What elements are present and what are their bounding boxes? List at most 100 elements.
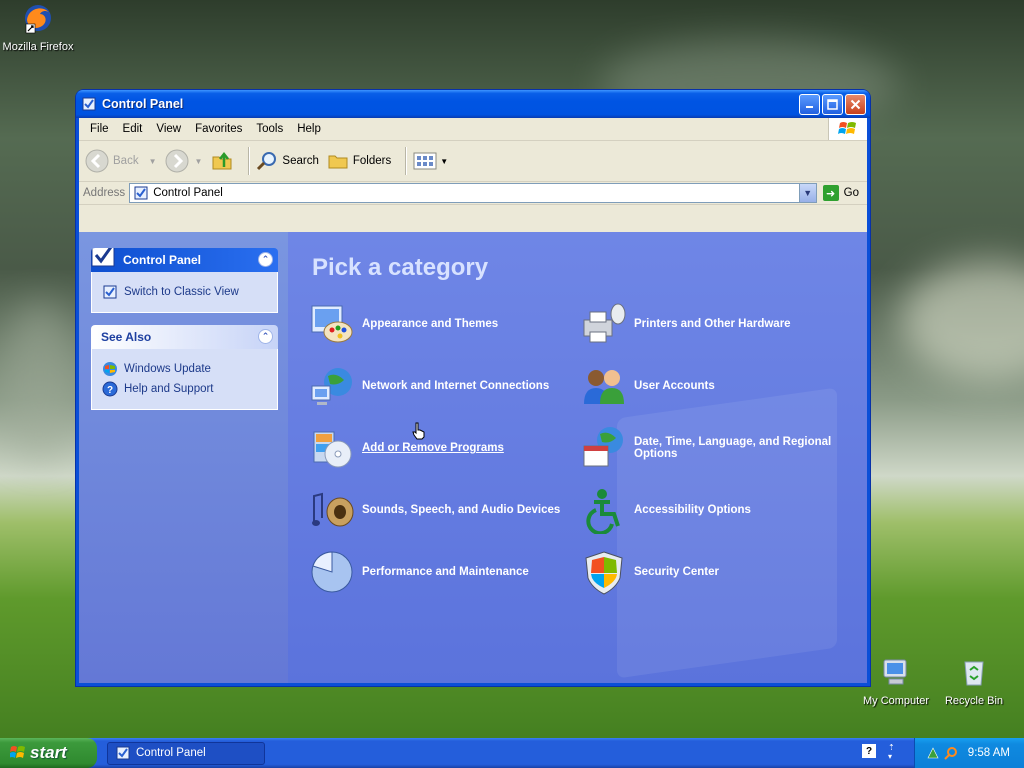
category-network-internet[interactable]: Network and Internet Connections [308,362,578,410]
address-value: Control Panel [153,187,223,199]
my-computer-icon [883,659,907,685]
clock: 9:58 AM [967,747,1010,759]
up-folder-button[interactable] [210,149,234,173]
hand-cursor-icon [412,422,425,440]
control-panel-panel-body: Switch to Classic View [91,272,278,313]
taskbar-button-control-panel[interactable]: Control Panel [107,741,265,765]
start-label: start [30,743,67,762]
add-remove-programs-icon [313,431,352,468]
toolbar-separator [248,147,251,175]
category-label: Performance and Maintenance [362,566,529,578]
back-label: Back [113,155,139,167]
category-sounds-speech-audio[interactable]: Sounds, Speech, and Audio Devices [308,486,578,534]
windows-logo [828,118,867,140]
tray-help-icon[interactable]: ? [862,744,876,758]
category-label: User Accounts [634,380,715,392]
category-performance-maintenance[interactable]: Performance and Maintenance [308,548,578,596]
control-panel-window: Control Panel File Edit View Favorites T… [76,90,870,686]
close-icon [850,99,861,109]
window-client: File Edit View Favorites Tools Help Back… [79,118,867,683]
desktop-icon-firefox[interactable]: Mozilla Firefox [0,2,78,53]
standard-toolbar: Back ▼ ▼ Search Folders ▼ [79,141,867,182]
minimize-button[interactable] [799,93,820,115]
address-field[interactable]: Control Panel ▼ [129,183,817,203]
category-user-accounts[interactable]: User Accounts [580,362,850,410]
switch-classic-view-label: Switch to Classic View [124,286,239,298]
menu-help[interactable]: Help [290,123,328,135]
collapse-chevron-icon[interactable]: ⌃ [258,252,273,267]
help-support-link[interactable]: ? Help and Support [102,381,267,397]
go-button[interactable]: ➜ Go [822,185,859,201]
address-dropdown-button[interactable]: ▼ [798,184,816,202]
user-accounts-icon [584,370,624,404]
system-tray: 9:58 AM [914,738,1024,768]
forward-arrow-icon [165,149,188,173]
window-titlebar[interactable]: Control Panel [76,90,870,118]
network-tray-icon[interactable] [926,746,940,760]
start-button[interactable]: start [0,738,97,768]
desktop-icon-label: My Computer [862,695,930,707]
menu-file[interactable]: File [83,123,116,135]
windows-update-label: Windows Update [124,363,211,375]
network-internet-icon [311,368,352,405]
collapse-chevron-icon[interactable]: ⌃ [258,329,273,344]
desktop-icon-recycle-bin[interactable]: Recycle Bin [934,656,1014,707]
category-appearance-themes[interactable]: Appearance and Themes [308,300,578,348]
recycle-bin-icon [964,661,984,686]
category-printers-hardware[interactable]: Printers and Other Hardware [580,300,850,348]
menu-edit[interactable]: Edit [116,123,150,135]
search-tray-icon[interactable] [944,746,958,760]
forward-dropdown-icon[interactable]: ▼ [195,157,203,166]
task-pane: Control Panel ⌃ Switch to Classic View S… [79,232,288,683]
views-button[interactable]: ▼ [413,151,448,171]
category-date-time-language[interactable]: Date, Time, Language, and Regional Optio… [580,424,850,472]
folders-label: Folders [352,155,392,167]
search-button[interactable]: Search [256,150,319,172]
taskbar: start Control Panel ? ⇡ ▾ 9:58 AM [0,738,1024,768]
control-panel-icon [116,746,130,760]
windows-flag-icon [838,122,856,134]
control-panel-panel-header[interactable]: Control Panel ⌃ [91,248,278,272]
address-bar: Address Control Panel ▼ ➜ Go [79,182,867,205]
close-button[interactable] [845,93,866,115]
search-label: Search [282,155,319,167]
control-panel-icon [82,97,96,111]
performance-maintenance-icon [311,551,353,593]
menu-view[interactable]: View [149,123,188,135]
category-label: Printers and Other Hardware [634,318,791,330]
back-button[interactable]: Back ▼ [85,149,157,173]
tray-scroll-icon[interactable]: ⇡ ▾ [888,743,895,761]
classic-view-icon [103,285,117,299]
category-security-center[interactable]: Security Center [580,548,850,596]
maximize-button[interactable] [822,93,843,115]
category-label: Appearance and Themes [362,318,499,330]
address-label: Address [83,187,126,199]
see-also-panel-header[interactable]: See Also ⌃ [91,325,278,349]
see-also-panel: See Also ⌃ Windows Update ? Help and Sup… [91,325,278,410]
folders-button[interactable]: Folders [327,150,391,172]
appearance-themes-icon [311,305,353,343]
switch-classic-view-link[interactable]: Switch to Classic View [102,284,267,300]
category-accessibility[interactable]: Accessibility Options [580,486,850,534]
back-dropdown-icon[interactable]: ▼ [149,157,157,166]
category-add-remove-programs[interactable]: Add or Remove Programs [308,424,578,472]
printers-hardware-icon [583,303,626,343]
category-label: Security Center [634,566,720,578]
window-title: Control Panel [102,97,184,111]
svg-text:?: ? [107,385,113,396]
windows-flag-icon [10,746,25,758]
menu-favorites[interactable]: Favorites [188,123,249,135]
maximize-icon [827,98,838,110]
category-label: Sounds, Speech, and Audio Devices [362,504,561,516]
minimize-icon [805,106,813,108]
menu-tools[interactable]: Tools [249,123,290,135]
folders-icon [328,155,348,169]
control-panel-task-panel: Control Panel ⌃ Switch to Classic View [91,248,278,313]
page-heading: Pick a category [312,254,489,281]
control-panel-panel-title: Control Panel [123,253,202,267]
forward-button[interactable]: ▼ [165,149,203,173]
category-label: Network and Internet Connections [362,380,550,392]
views-dropdown-icon: ▼ [440,156,449,166]
windows-update-link[interactable]: Windows Update [102,361,267,377]
see-also-panel-body: Windows Update ? Help and Support [91,349,278,410]
